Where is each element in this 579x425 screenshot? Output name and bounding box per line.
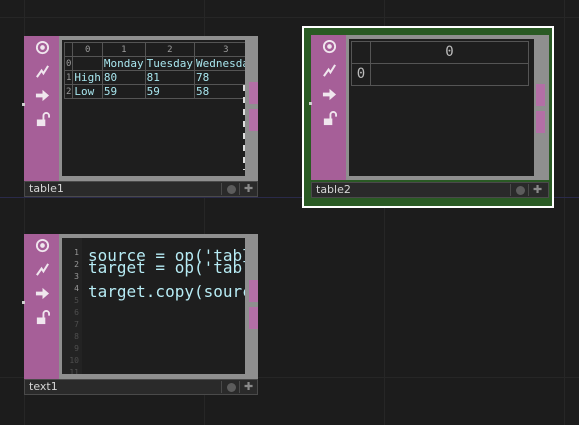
- table-cell: 78: [194, 70, 245, 85]
- divider: [528, 184, 529, 196]
- arrow-icon[interactable]: [34, 285, 51, 302]
- line-number: 2: [74, 260, 79, 269]
- row-index: 2: [63, 84, 74, 99]
- code-line: target.copy(source): [88, 282, 245, 301]
- plus-icon[interactable]: ✚: [533, 183, 542, 197]
- input-connector[interactable]: [22, 301, 25, 304]
- table-cell: Tuesday: [144, 56, 196, 71]
- flash-icon[interactable]: [321, 62, 338, 79]
- row-index: 0: [63, 56, 74, 71]
- col-index: 1: [101, 42, 146, 57]
- output-connector[interactable]: [249, 307, 258, 329]
- node-name-bar[interactable]: table2 ✚: [311, 182, 549, 198]
- corner-cell: [351, 41, 371, 64]
- table-cell: 59: [144, 84, 196, 99]
- flash-icon[interactable]: [34, 261, 51, 278]
- operator-sidebar: [24, 36, 59, 181]
- lock-icon[interactable]: [34, 111, 51, 128]
- table-cell: Monday: [101, 56, 146, 71]
- line-number: 11: [69, 368, 79, 374]
- col-index: 2: [144, 42, 196, 57]
- output-connector[interactable]: [536, 111, 545, 133]
- line-number: 5: [74, 296, 79, 305]
- output-connector[interactable]: [249, 82, 258, 104]
- code-line: target = op('table2'): [88, 258, 245, 277]
- corner-cell: [63, 42, 74, 57]
- table-cell: 58: [194, 84, 245, 99]
- target-icon[interactable]: [34, 39, 51, 56]
- line-number: 6: [74, 308, 79, 317]
- table1-viewer[interactable]: 0 1 2 3 0 Monday Tuesday Wednesday 1 Hig…: [62, 40, 245, 176]
- col-index: 0: [72, 42, 103, 57]
- line-number: 1: [74, 248, 79, 257]
- line-number: 9: [74, 344, 79, 353]
- truncation-edge: [243, 85, 245, 170]
- arrow-icon[interactable]: [321, 86, 338, 103]
- grid-line: [564, 0, 565, 425]
- line-number: 4: [74, 284, 79, 293]
- node-name: text1: [29, 380, 58, 393]
- node-name-bar[interactable]: text1 ✚: [24, 379, 258, 395]
- plus-icon[interactable]: ✚: [244, 380, 253, 394]
- line-number: 8: [74, 332, 79, 341]
- arrow-icon[interactable]: [34, 87, 51, 104]
- viewer-dot-icon[interactable]: [227, 185, 236, 194]
- row-index: 0: [351, 63, 371, 86]
- divider: [239, 381, 240, 393]
- line-number-gutter: [62, 238, 82, 374]
- divider: [510, 184, 511, 196]
- table-cell: Wednesday: [194, 56, 245, 71]
- table-cell: Low: [72, 84, 103, 99]
- line-number: 3: [74, 272, 79, 281]
- divider: [239, 183, 240, 195]
- text1-node[interactable]: 1 2 3 4 5 6 7 8 9 10 11 source = op('tab…: [24, 234, 258, 396]
- lock-icon[interactable]: [34, 309, 51, 326]
- viewer-dot-icon[interactable]: [516, 186, 525, 195]
- output-connector[interactable]: [249, 109, 258, 131]
- col-index: 0: [370, 41, 529, 64]
- table-cell: 81: [144, 70, 196, 85]
- input-connector[interactable]: [22, 103, 25, 106]
- node-name-bar[interactable]: table1 ✚: [24, 181, 258, 197]
- node-name: table2: [316, 183, 351, 196]
- table-cell: [370, 63, 529, 86]
- output-connector[interactable]: [536, 84, 545, 106]
- output-connector[interactable]: [249, 280, 258, 302]
- table1-node[interactable]: 0 1 2 3 0 Monday Tuesday Wednesday 1 Hig…: [24, 36, 258, 198]
- line-number: 10: [69, 356, 79, 365]
- flash-icon[interactable]: [34, 63, 51, 80]
- input-connector[interactable]: [309, 102, 312, 105]
- line-number: 7: [74, 320, 79, 329]
- operator-sidebar: [24, 234, 59, 379]
- target-icon[interactable]: [34, 237, 51, 254]
- lock-icon[interactable]: [321, 110, 338, 127]
- grid-line: [0, 17, 579, 18]
- node-name: table1: [29, 182, 64, 195]
- target-icon[interactable]: [321, 38, 338, 55]
- table2-node[interactable]: 0 0 table2 ✚: [311, 35, 549, 198]
- operator-sidebar: [311, 35, 346, 180]
- table-cell: 59: [101, 84, 146, 99]
- plus-icon[interactable]: ✚: [244, 182, 253, 196]
- col-index: 3: [194, 42, 245, 57]
- divider: [221, 381, 222, 393]
- table-cell: [72, 56, 103, 71]
- row-index: 1: [63, 70, 74, 85]
- text1-editor[interactable]: 1 2 3 4 5 6 7 8 9 10 11 source = op('tab…: [62, 238, 245, 374]
- table-cell: High: [72, 70, 103, 85]
- viewer-dot-icon[interactable]: [227, 383, 236, 392]
- table-cell: 80: [101, 70, 146, 85]
- table2-viewer[interactable]: 0 0: [349, 39, 534, 176]
- divider: [221, 183, 222, 195]
- table1-grid: 0 1 2 3 0 Monday Tuesday Wednesday 1 Hig…: [63, 42, 245, 99]
